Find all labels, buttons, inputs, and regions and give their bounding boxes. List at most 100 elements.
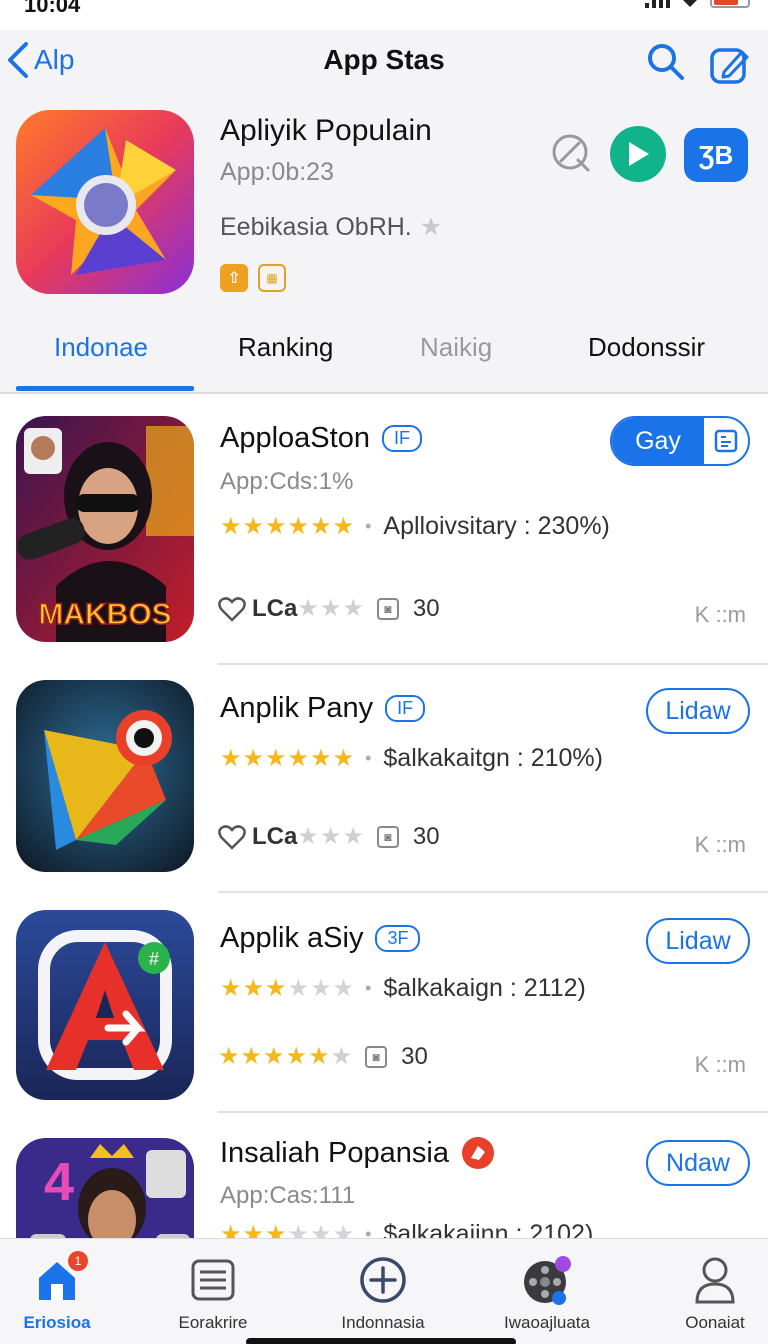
footer-count: 30 — [401, 1042, 428, 1070]
app-size: K ::m — [694, 1052, 746, 1077]
rating-stars-icon: ★★★ — [220, 975, 288, 1002]
app-name: Applik aSiy — [220, 922, 364, 954]
no-ads-icon[interactable] — [550, 132, 592, 174]
battery-icon — [710, 0, 750, 8]
tabbar-label: Eorakrire — [178, 1313, 248, 1332]
featured-app-badges: ⇧ ▦ — [220, 264, 286, 292]
footer-stars-icon: ★★★★★ — [218, 1043, 331, 1070]
rating-stars-icon: ★★★★★★ — [220, 513, 356, 540]
get-button[interactable]: Lidaw — [646, 918, 750, 964]
app-footer: ★★★★★ ★ ◙ 30 — [218, 1042, 428, 1071]
category-tabs: Indonae Ranking Naikig Dodonssir — [0, 318, 768, 392]
status-time: 10:04 — [24, 0, 81, 17]
search-icon[interactable] — [646, 42, 686, 82]
status-icons — [645, 0, 750, 8]
app-size: K ::m — [694, 602, 746, 627]
download-count-icon: ◙ — [376, 825, 399, 848]
list-item[interactable]: 4 Insaliah Popansia App:Cas:111 ★★★ ★★★ •… — [0, 1114, 768, 1238]
featured-app-subtitle: App:0b:23 — [220, 158, 334, 186]
tabbar-label: Eriosioa — [23, 1313, 91, 1332]
list-item[interactable]: Anplik Pany IF ★★★★★★ • $alkakaitgn : 21… — [0, 666, 768, 892]
list-item[interactable]: MAKBOS ApploaSton IF App:Cds:1% ★★★★★★ •… — [0, 396, 768, 664]
app-tag: IF — [381, 425, 422, 452]
status-bar: 10:04 — [0, 0, 768, 18]
app-size: K ::m — [694, 832, 746, 857]
app-footer: LCa ★★★ ◙ 30 — [218, 822, 440, 851]
app-subtitle: App:Cas:111 — [220, 1182, 356, 1209]
app-name-row: ApploaSton IF — [220, 422, 422, 455]
app-badge-icon — [461, 1137, 494, 1169]
home-indicator — [246, 1338, 516, 1344]
app-tag: 3F — [375, 925, 421, 952]
rating-row: ★★★ ★★★ • $alkakaign : 2112) — [220, 974, 586, 1003]
app-meta: Aplloivsitary : 230%) — [383, 512, 610, 540]
app-meta: $alkakaijnn : 2102) — [383, 1220, 594, 1238]
tab-indonae[interactable]: Indonae — [54, 332, 148, 363]
grid-badge-icon: ▦ — [258, 264, 286, 292]
notification-badge: 1 — [68, 1251, 88, 1271]
app-meta: $alkakaign : 2112) — [383, 974, 586, 1002]
row-divider — [218, 1111, 768, 1113]
gray-stars-icon: ★★★ — [297, 595, 365, 622]
rating-row: ★★★ ★★★ • $alkakaijnn : 2102) — [220, 1220, 593, 1238]
svg-text:#: # — [149, 949, 159, 969]
developer-name: Eebikasia ObRH. — [220, 213, 412, 241]
app-icon[interactable]: 4 — [16, 1138, 194, 1238]
get-button[interactable]: Ndaw — [646, 1140, 750, 1186]
app-tag: IF — [385, 695, 426, 722]
svg-text:4: 4 — [44, 1152, 74, 1212]
tabbar-item-profile[interactable]: Oonaiat — [650, 1253, 768, 1333]
signal-icon — [645, 0, 670, 8]
tabbar-item-media[interactable]: Iwaoajluata — [482, 1253, 612, 1333]
featured-app-icon[interactable] — [16, 110, 194, 294]
plus-circle-icon — [360, 1257, 406, 1303]
app-name: Anplik Pany — [220, 692, 374, 724]
row-divider — [218, 663, 768, 665]
footer-count: 30 — [412, 594, 440, 622]
list-icon — [191, 1259, 235, 1301]
rating-row: ★★★★★★ • Aplloivsitary : 230%) — [220, 512, 610, 541]
separator-dot: • — [365, 748, 372, 768]
tabbar-item-add[interactable]: Indonnasia — [318, 1253, 448, 1333]
app-name-row: Insaliah Popansia — [220, 1136, 495, 1170]
tabbar-item-list[interactable]: Eorakrire — [148, 1253, 278, 1333]
tabbar-item-home[interactable]: 1 Eriosioa — [0, 1251, 122, 1333]
app-name: ApploaSton — [220, 422, 370, 454]
tabbar-label: Indonnasia — [341, 1313, 425, 1332]
separator-dot: • — [365, 516, 372, 536]
rating-stars-icon: ★★★★★★ — [220, 745, 356, 772]
tab-ranking[interactable]: Ranking — [238, 332, 333, 363]
app-icon[interactable]: MAKBOS — [16, 416, 194, 642]
app-meta: $alkakaitgn : 210%) — [383, 744, 603, 772]
options-icon[interactable] — [704, 418, 748, 464]
tab-dodonssir[interactable]: Dodonssir — [588, 332, 705, 363]
bottom-tab-bar: 1 Eriosioa Eorakrire Indonnasia Iwaoajlu… — [0, 1238, 768, 1344]
app-footer: LCa ★★★ ◙ 30 — [218, 594, 440, 623]
rating-stars-icon: ★★★ — [220, 1221, 288, 1238]
app-icon[interactable]: # — [16, 910, 194, 1100]
tabbar-label: Oonaiat — [685, 1313, 745, 1332]
wifi-icon — [683, 0, 697, 7]
footer-count: 30 — [412, 822, 440, 850]
tab-naikig[interactable]: Naikig — [420, 332, 492, 363]
footer-label: LCa — [252, 822, 298, 850]
heart-icon[interactable] — [218, 824, 246, 850]
app-name-row: Applik aSiy 3F — [220, 922, 421, 955]
person-icon — [695, 1257, 735, 1304]
get-button[interactable]: Gay — [610, 416, 750, 466]
tabs-divider — [0, 392, 768, 394]
play-button[interactable] — [610, 126, 666, 182]
gray-stars-icon: ★★★ — [297, 823, 365, 850]
rating-stars-off-icon: ★★★ — [287, 975, 356, 1002]
heart-icon[interactable] — [218, 596, 246, 622]
app-subtitle: App:Cds:1% — [220, 468, 354, 495]
app-icon[interactable] — [16, 680, 194, 872]
edit-icon[interactable] — [708, 42, 752, 86]
row-divider — [218, 891, 768, 893]
star-icon: ★ — [419, 213, 443, 241]
tabbar-label: Iwaoajluata — [503, 1313, 590, 1332]
active-tab-indicator — [16, 386, 194, 391]
get-button[interactable]: Lidaw — [646, 688, 750, 734]
list-item[interactable]: # Applik aSiy 3F ★★★ ★★★ • $alkakaign : 2… — [0, 894, 768, 1112]
featured-action-button[interactable]: ƷB — [684, 128, 748, 182]
